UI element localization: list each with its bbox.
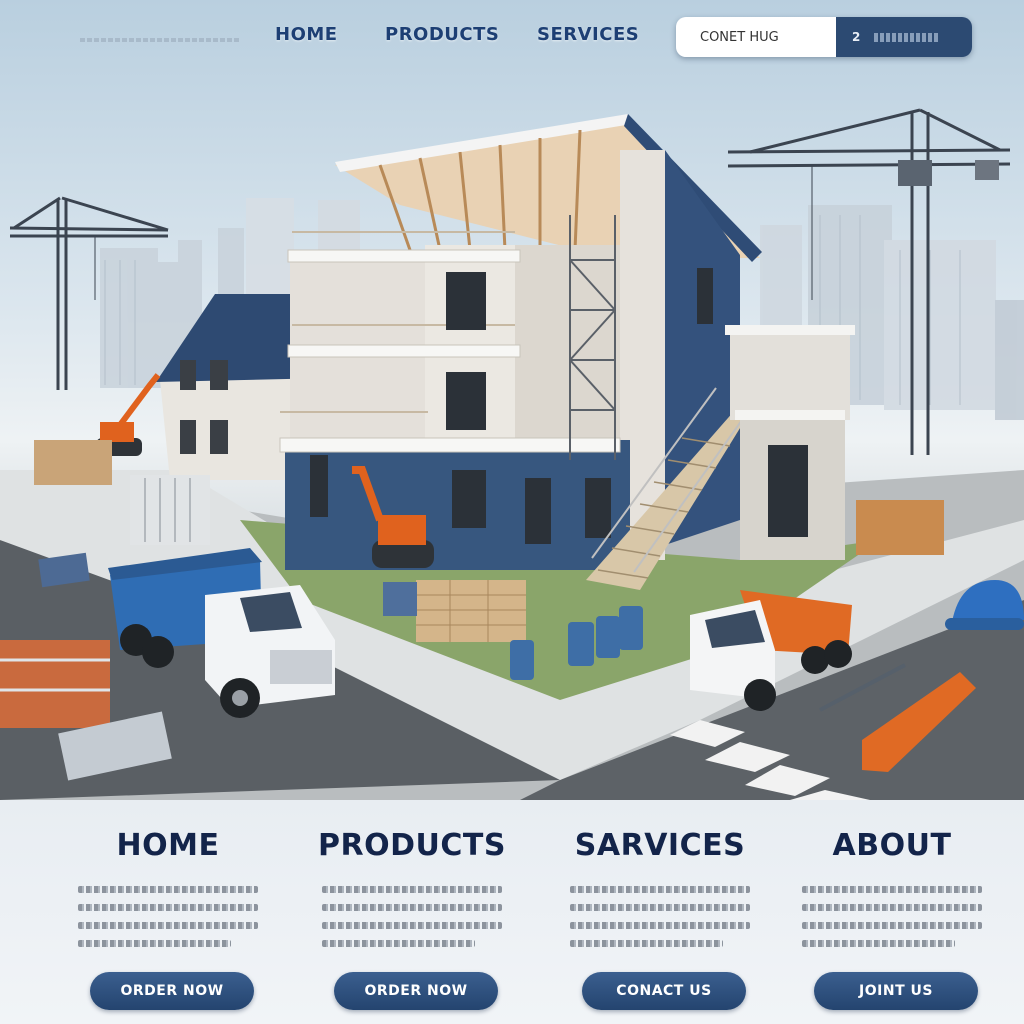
construction-scene: [0, 108, 1024, 800]
search-button[interactable]: 2: [836, 17, 972, 57]
feature-cards: HOME ORDER NOW PRODUCTS ORDER NOW SARVIC…: [0, 800, 1024, 1024]
nav-link-products[interactable]: PRODUCTS: [385, 24, 499, 45]
card-products: PRODUCTS ORDER NOW: [292, 800, 532, 1024]
order-now-button[interactable]: ORDER NOW: [334, 972, 498, 1010]
order-now-button[interactable]: ORDER NOW: [90, 972, 254, 1010]
nav-link-home[interactable]: HOME: [275, 24, 338, 45]
card-title: SARVICES: [574, 828, 746, 863]
nav-link-services[interactable]: SERVICES: [537, 24, 639, 45]
top-navigation: HOME PRODUCTS SERVICES 2: [0, 0, 1024, 76]
search-button-number: 2: [852, 30, 861, 44]
card-placeholder-text: [570, 886, 750, 958]
card-about: ABOUT JOINT US: [772, 800, 1012, 1024]
search-input[interactable]: [676, 17, 836, 57]
card-title: ABOUT: [832, 828, 952, 863]
card-placeholder-text: [322, 886, 502, 958]
card-placeholder-text: [78, 886, 258, 958]
faint-logo-text: [80, 38, 240, 42]
card-title: PRODUCTS: [318, 828, 506, 863]
card-placeholder-text: [802, 886, 982, 958]
search-icon: [874, 32, 941, 42]
search-bar: 2: [676, 17, 972, 57]
main-house: [279, 114, 855, 590]
card-home: HOME ORDER NOW: [48, 800, 288, 1024]
contact-us-button[interactable]: CONACT US: [582, 972, 746, 1010]
hero-illustration: [0, 0, 1024, 800]
card-title: HOME: [116, 828, 220, 863]
join-us-button[interactable]: JOINT US: [814, 972, 978, 1010]
card-services: SARVICES CONACT US: [540, 800, 780, 1024]
